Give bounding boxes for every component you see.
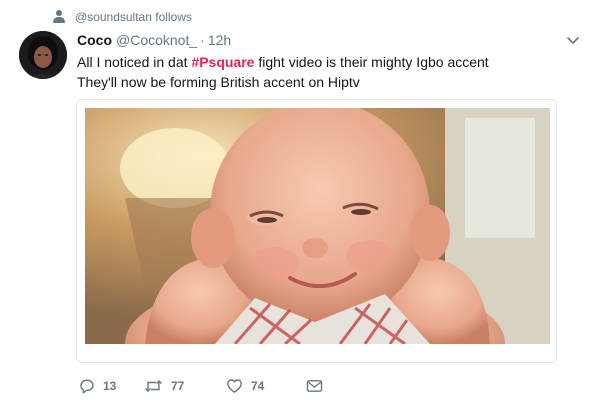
hashtag-link[interactable]: #Psquare xyxy=(191,54,254,70)
reply-button[interactable]: 13 xyxy=(79,378,144,394)
retweet-count: 77 xyxy=(171,379,185,393)
tweet-text-line-2: They'll now be forming British accent on… xyxy=(77,74,360,90)
like-count: 74 xyxy=(251,379,265,393)
avatar[interactable] xyxy=(19,31,67,79)
social-context: @soundsultan follows xyxy=(51,8,192,26)
separator-dot: · xyxy=(200,32,205,48)
tweet-header: Coco @Cocoknot_ · 12h xyxy=(77,32,231,48)
heart-icon xyxy=(227,379,242,393)
author-handle[interactable]: @Cocoknot_ xyxy=(116,32,197,48)
reply-icon xyxy=(80,379,94,394)
social-context-text[interactable]: @soundsultan follows xyxy=(75,10,192,24)
direct-message-button[interactable] xyxy=(306,379,323,393)
baby-photo xyxy=(85,108,550,344)
tweet-text-before-hashtag: All I noticed in dat xyxy=(77,54,192,70)
tweet-text-after-hashtag: fight video is their mighty Igbo accent xyxy=(254,54,489,70)
reply-count: 13 xyxy=(103,379,117,393)
like-button[interactable]: 74 xyxy=(226,378,306,394)
retweet-icon xyxy=(145,380,162,392)
tweet-media-image[interactable] xyxy=(76,99,557,363)
tweet-actions: 13 77 74 xyxy=(79,375,323,397)
tweet-text: All I noticed in dat #Psquare fight vide… xyxy=(77,52,577,92)
retweet-button[interactable]: 77 xyxy=(144,378,226,394)
author-name[interactable]: Coco xyxy=(77,32,112,48)
person-icon xyxy=(51,10,67,24)
tweet-timestamp[interactable]: 12h xyxy=(208,32,231,48)
chevron-down-icon[interactable] xyxy=(565,34,581,46)
tweet-text-line-1: All I noticed in dat #Psquare fight vide… xyxy=(77,52,577,72)
envelope-icon xyxy=(306,380,323,392)
